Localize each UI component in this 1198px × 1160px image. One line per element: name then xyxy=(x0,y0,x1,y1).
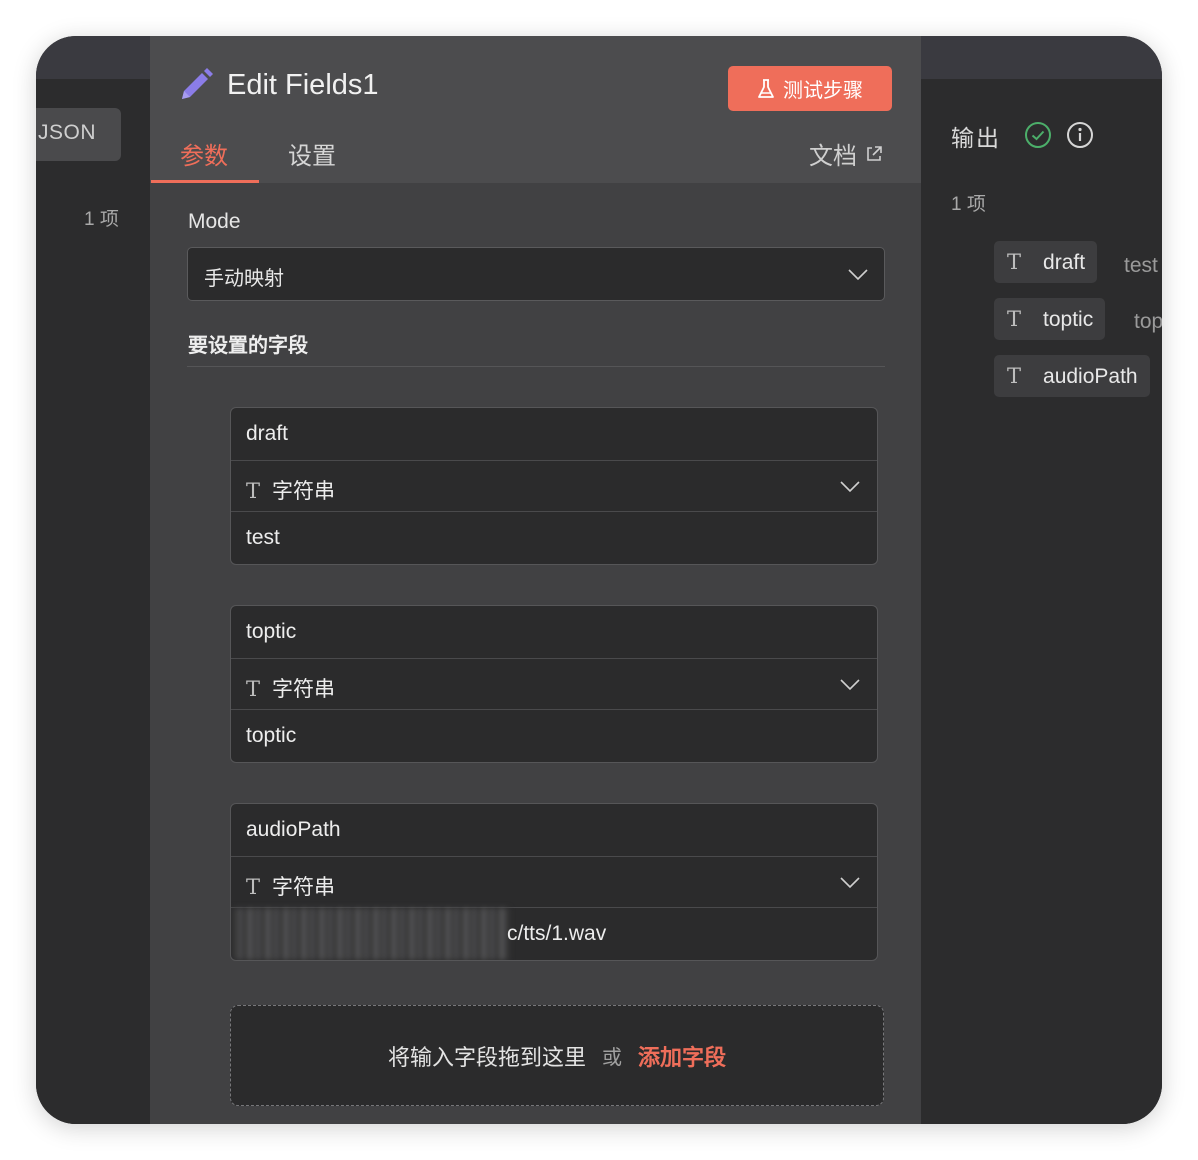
field-name-input[interactable]: toptic xyxy=(231,606,877,658)
field-value-text: c/tts/1.wav xyxy=(507,922,607,945)
output-field-value: test xyxy=(1124,254,1158,277)
field-value-input[interactable]: toptic xyxy=(231,710,877,762)
info-icon[interactable] xyxy=(1066,121,1094,149)
text-type-icon: T xyxy=(246,479,261,503)
output-title: 输出 xyxy=(951,125,1001,151)
pencil-icon xyxy=(182,68,213,99)
drop-hint: 将输入字段拖到这里 xyxy=(387,1044,586,1070)
output-item-count: 1 项 xyxy=(951,194,986,215)
external-link-icon xyxy=(867,145,882,161)
field-assignment: audioPath T 字符串 c/tts/1.wav xyxy=(230,803,878,961)
active-tab-indicator xyxy=(151,180,259,183)
tab-settings[interactable]: 设置 xyxy=(288,136,336,171)
chevron-down-icon xyxy=(840,877,860,889)
panel-header: Edit Fields1 测试步骤 参数 设置 文档 xyxy=(150,36,921,183)
input-item-count: 1 项 xyxy=(84,209,119,230)
divider xyxy=(187,366,885,367)
field-type-select[interactable]: T 字符串 xyxy=(231,658,877,710)
text-type-icon: T xyxy=(1007,364,1022,388)
mode-select-value: 手动映射 xyxy=(204,268,284,290)
chevron-down-icon xyxy=(848,269,868,281)
output-field-chip[interactable]: Ttoptic xyxy=(994,298,1106,340)
test-step-label: 测试步骤 xyxy=(783,80,863,102)
field-type-value: 字符串 xyxy=(272,480,336,503)
field-type-select[interactable]: T 字符串 xyxy=(231,856,877,908)
output-field-name: draft xyxy=(1043,251,1086,274)
field-assignment: toptic T 字符串 toptic xyxy=(230,605,878,763)
field-assignment: draft T 字符串 test xyxy=(230,407,878,565)
output-field-name: audioPath xyxy=(1043,365,1138,388)
docs-link[interactable]: 文档 xyxy=(809,136,883,171)
chevron-down-icon xyxy=(840,679,860,691)
field-type-value: 字符串 xyxy=(272,678,336,701)
docs-label: 文档 xyxy=(809,143,857,170)
field-value-input[interactable]: test xyxy=(231,512,877,564)
field-drop-zone[interactable]: 将输入字段拖到这里 或 添加字段 xyxy=(230,1005,884,1106)
flask-icon xyxy=(758,78,774,98)
chevron-down-icon xyxy=(840,481,860,493)
test-step-button[interactable]: 测试步骤 xyxy=(728,66,892,111)
text-type-icon: T xyxy=(246,677,261,701)
mode-label: Mode xyxy=(188,210,241,233)
redacted-path xyxy=(233,908,509,960)
field-type-select[interactable]: T 字符串 xyxy=(231,460,877,512)
tab-parameters[interactable]: 参数 xyxy=(180,136,228,171)
output-field-name: toptic xyxy=(1043,308,1094,331)
field-value-input[interactable]: c/tts/1.wav xyxy=(231,908,877,960)
app-window: JSON 1 项 Edit Fields1 测试步骤 参数 设置 文档 Mode… xyxy=(36,36,1162,1124)
mode-select[interactable]: 手动映射 xyxy=(187,247,885,301)
field-name-input[interactable]: draft xyxy=(231,408,877,460)
text-type-icon: T xyxy=(1007,250,1022,274)
output-field-chip[interactable]: Tdraft xyxy=(994,241,1098,283)
fields-to-set-label: 要设置的字段 xyxy=(188,335,308,357)
add-field-link[interactable]: 添加字段 xyxy=(638,1040,726,1072)
output-panel: 输出 1 项 Tdraft test Ttoptic top TaudioPat… xyxy=(921,79,1162,1124)
panel-title: Edit Fields1 xyxy=(227,69,379,101)
output-field-value: top xyxy=(1134,310,1162,333)
field-name-input[interactable]: audioPath xyxy=(231,804,877,856)
or-separator: 或 xyxy=(602,1047,622,1069)
field-type-value: 字符串 xyxy=(272,876,336,899)
text-type-icon: T xyxy=(1007,307,1022,331)
check-circle-icon xyxy=(1025,122,1051,148)
input-panel: JSON 1 项 xyxy=(36,79,150,1124)
output-field-chip[interactable]: TaudioPath xyxy=(994,355,1150,397)
json-view-tab[interactable]: JSON xyxy=(36,108,121,161)
text-type-icon: T xyxy=(246,875,261,899)
edit-fields-panel: Edit Fields1 测试步骤 参数 设置 文档 Mode 手动映射 要设置… xyxy=(150,36,921,1124)
